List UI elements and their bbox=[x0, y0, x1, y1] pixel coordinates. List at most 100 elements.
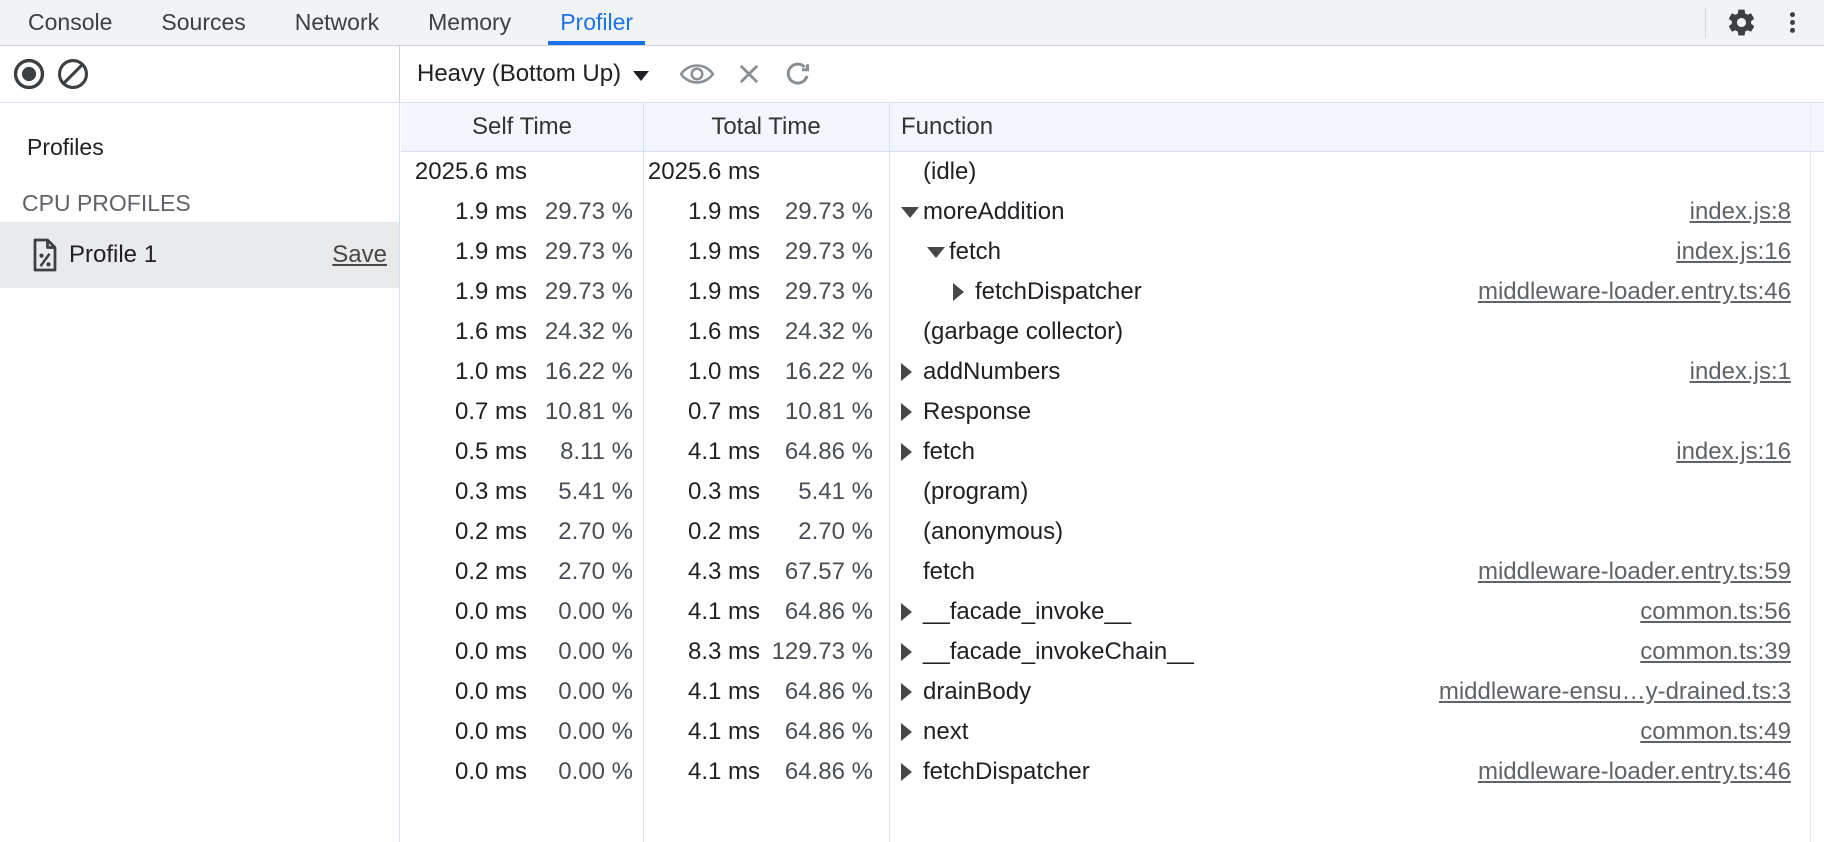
total-time-percent: 64.86 % bbox=[760, 598, 873, 626]
function-cell: Response bbox=[889, 392, 1824, 432]
profile-table-row[interactable]: 0.5 ms8.11 %4.1 ms64.86 %fetchindex.js:1… bbox=[401, 432, 1824, 472]
source-location-link[interactable]: middleware-ensu…y-drained.ts:3 bbox=[1439, 678, 1791, 706]
profile-table-row[interactable]: 0.2 ms2.70 %0.2 ms2.70 %(anonymous) bbox=[401, 512, 1824, 552]
function-name: (garbage collector) bbox=[923, 318, 1123, 346]
self-time-percent: 2.70 % bbox=[527, 518, 633, 546]
profile-table-row[interactable]: 1.9 ms29.73 %1.9 ms29.73 %moreAdditionin… bbox=[401, 192, 1824, 232]
collapse-arrow-icon[interactable] bbox=[901, 723, 923, 741]
self-time-percent: 0.00 % bbox=[527, 718, 633, 746]
function-cell: fetchmiddleware-loader.entry.ts:59 bbox=[889, 552, 1824, 592]
profile-table-row[interactable]: 1.6 ms24.32 %1.6 ms24.32 %(garbage colle… bbox=[401, 312, 1824, 352]
source-location-link[interactable]: middleware-loader.entry.ts:46 bbox=[1478, 758, 1791, 786]
gear-icon[interactable] bbox=[1726, 7, 1757, 38]
total-time-percent: 129.73 % bbox=[760, 638, 873, 666]
function-label-group: fetchDispatcher bbox=[901, 758, 1090, 786]
expand-arrow-icon[interactable] bbox=[901, 207, 923, 218]
function-cell: (idle) bbox=[889, 152, 1824, 192]
profiler-toolbar: Heavy (Bottom Up) bbox=[0, 46, 1824, 103]
source-location-link[interactable]: middleware-loader.entry.ts:46 bbox=[1478, 278, 1791, 306]
grid-body: 2025.6 ms2025.6 ms(idle)1.9 ms29.73 %1.9… bbox=[401, 152, 1824, 792]
self-time-percent: 2.70 % bbox=[527, 558, 633, 586]
collapse-arrow-icon[interactable] bbox=[901, 603, 923, 621]
source-location-link[interactable]: middleware-loader.entry.ts:59 bbox=[1478, 558, 1791, 586]
total-time-value: 4.1 ms bbox=[643, 758, 760, 786]
tab-console[interactable]: Console bbox=[16, 0, 124, 45]
clear-all-icon[interactable] bbox=[56, 57, 90, 91]
eye-icon[interactable] bbox=[679, 61, 715, 87]
self-time-cell: 0.0 ms0.00 % bbox=[401, 752, 643, 792]
function-label-group: next bbox=[901, 718, 968, 746]
tab-memory[interactable]: Memory bbox=[416, 0, 523, 45]
function-label-group: (anonymous) bbox=[901, 518, 1063, 546]
record-icon[interactable] bbox=[12, 57, 46, 91]
self-time-cell: 1.0 ms16.22 % bbox=[401, 352, 643, 392]
total-time-percent: 5.41 % bbox=[760, 478, 873, 506]
source-location-link[interactable]: common.ts:49 bbox=[1640, 718, 1791, 746]
three-dot-menu-icon[interactable] bbox=[1779, 9, 1806, 36]
collapse-arrow-icon[interactable] bbox=[901, 363, 923, 381]
source-location-link[interactable]: index.js:1 bbox=[1690, 358, 1791, 386]
collapse-arrow-icon[interactable] bbox=[953, 283, 975, 301]
self-time-cell: 0.0 ms0.00 % bbox=[401, 712, 643, 752]
total-time-cell: 1.0 ms16.22 % bbox=[643, 352, 889, 392]
profile-table-row[interactable]: 0.7 ms10.81 %0.7 ms10.81 %Response bbox=[401, 392, 1824, 432]
collapse-arrow-icon[interactable] bbox=[901, 763, 923, 781]
profile-table-row[interactable]: 2025.6 ms2025.6 ms(idle) bbox=[401, 152, 1824, 192]
collapse-arrow-icon[interactable] bbox=[901, 643, 923, 661]
source-location-link[interactable]: index.js:16 bbox=[1676, 238, 1791, 266]
profile-table-row[interactable]: 0.0 ms0.00 %4.1 ms64.86 %__facade_invoke… bbox=[401, 592, 1824, 632]
function-label-group: (program) bbox=[901, 478, 1028, 506]
collapse-arrow-icon[interactable] bbox=[901, 403, 923, 421]
total-time-value: 8.3 ms bbox=[643, 638, 760, 666]
collapse-arrow-icon[interactable] bbox=[901, 443, 923, 461]
refresh-icon[interactable] bbox=[783, 59, 813, 89]
profile-view-selector[interactable]: Heavy (Bottom Up) bbox=[417, 60, 649, 88]
total-time-cell: 1.6 ms24.32 % bbox=[643, 312, 889, 352]
profile-table-row[interactable]: 0.0 ms0.00 %4.1 ms64.86 %drainBodymiddle… bbox=[401, 672, 1824, 712]
tab-profiler[interactable]: Profiler bbox=[548, 0, 645, 45]
source-location-link[interactable]: index.js:16 bbox=[1676, 438, 1791, 466]
save-profile-link[interactable]: Save bbox=[332, 241, 387, 269]
source-location-link[interactable]: common.ts:56 bbox=[1640, 598, 1791, 626]
self-time-cell: 0.2 ms2.70 % bbox=[401, 552, 643, 592]
total-time-value: 4.1 ms bbox=[643, 678, 760, 706]
triangle-glyph bbox=[901, 723, 912, 741]
function-cell: fetchDispatchermiddleware-loader.entry.t… bbox=[889, 272, 1824, 312]
total-time-percent: 10.81 % bbox=[760, 398, 873, 426]
profile-table-row[interactable]: 1.9 ms29.73 %1.9 ms29.73 %fetchindex.js:… bbox=[401, 232, 1824, 272]
total-time-percent: 29.73 % bbox=[760, 278, 873, 306]
profile-table-row[interactable]: 0.0 ms0.00 %4.1 ms64.86 %nextcommon.ts:4… bbox=[401, 712, 1824, 752]
sidebar-item-profile-1[interactable]: Profile 1 Save bbox=[0, 222, 399, 288]
total-time-value: 1.6 ms bbox=[643, 318, 760, 346]
column-divider bbox=[643, 103, 644, 842]
profile-table-row[interactable]: 0.0 ms0.00 %8.3 ms129.73 %__facade_invok… bbox=[401, 632, 1824, 672]
total-time-value: 4.1 ms bbox=[643, 718, 760, 746]
total-time-cell: 1.9 ms29.73 % bbox=[643, 272, 889, 312]
profile-table-row[interactable]: 0.3 ms5.41 %0.3 ms5.41 %(program) bbox=[401, 472, 1824, 512]
profile-table-row[interactable]: 0.0 ms0.00 %4.1 ms64.86 %fetchDispatcher… bbox=[401, 752, 1824, 792]
column-divider bbox=[889, 103, 890, 842]
close-icon[interactable] bbox=[735, 60, 763, 88]
source-location-link[interactable]: index.js:8 bbox=[1690, 198, 1791, 226]
profile-table-row[interactable]: 1.9 ms29.73 %1.9 ms29.73 %fetchDispatche… bbox=[401, 272, 1824, 312]
profiler-record-controls bbox=[0, 46, 400, 102]
source-location-link[interactable]: common.ts:39 bbox=[1640, 638, 1791, 666]
function-name: addNumbers bbox=[923, 358, 1060, 386]
profile-data-grid: Self Time Total Time Function 2025.6 ms2… bbox=[401, 103, 1824, 842]
collapse-arrow-icon[interactable] bbox=[901, 683, 923, 701]
panel-tabs: Console Sources Network Memory Profiler bbox=[0, 0, 670, 45]
total-time-cell: 0.7 ms10.81 % bbox=[643, 392, 889, 432]
expand-arrow-icon[interactable] bbox=[927, 247, 949, 258]
profile-table-row[interactable]: 0.2 ms2.70 %4.3 ms67.57 %fetchmiddleware… bbox=[401, 552, 1824, 592]
total-time-value: 1.9 ms bbox=[643, 278, 760, 306]
function-label-group: fetch bbox=[901, 238, 1001, 266]
total-time-value: 0.3 ms bbox=[643, 478, 760, 506]
function-label-group: addNumbers bbox=[901, 358, 1060, 386]
self-time-value: 1.9 ms bbox=[409, 238, 527, 266]
column-header-self-time[interactable]: Self Time bbox=[401, 113, 643, 141]
column-header-total-time[interactable]: Total Time bbox=[643, 113, 889, 141]
tab-network[interactable]: Network bbox=[283, 0, 391, 45]
tab-sources[interactable]: Sources bbox=[149, 0, 257, 45]
profile-table-row[interactable]: 1.0 ms16.22 %1.0 ms16.22 % addNumbers inde… bbox=[401, 352, 1824, 392]
column-header-function[interactable]: Function bbox=[889, 113, 1824, 141]
